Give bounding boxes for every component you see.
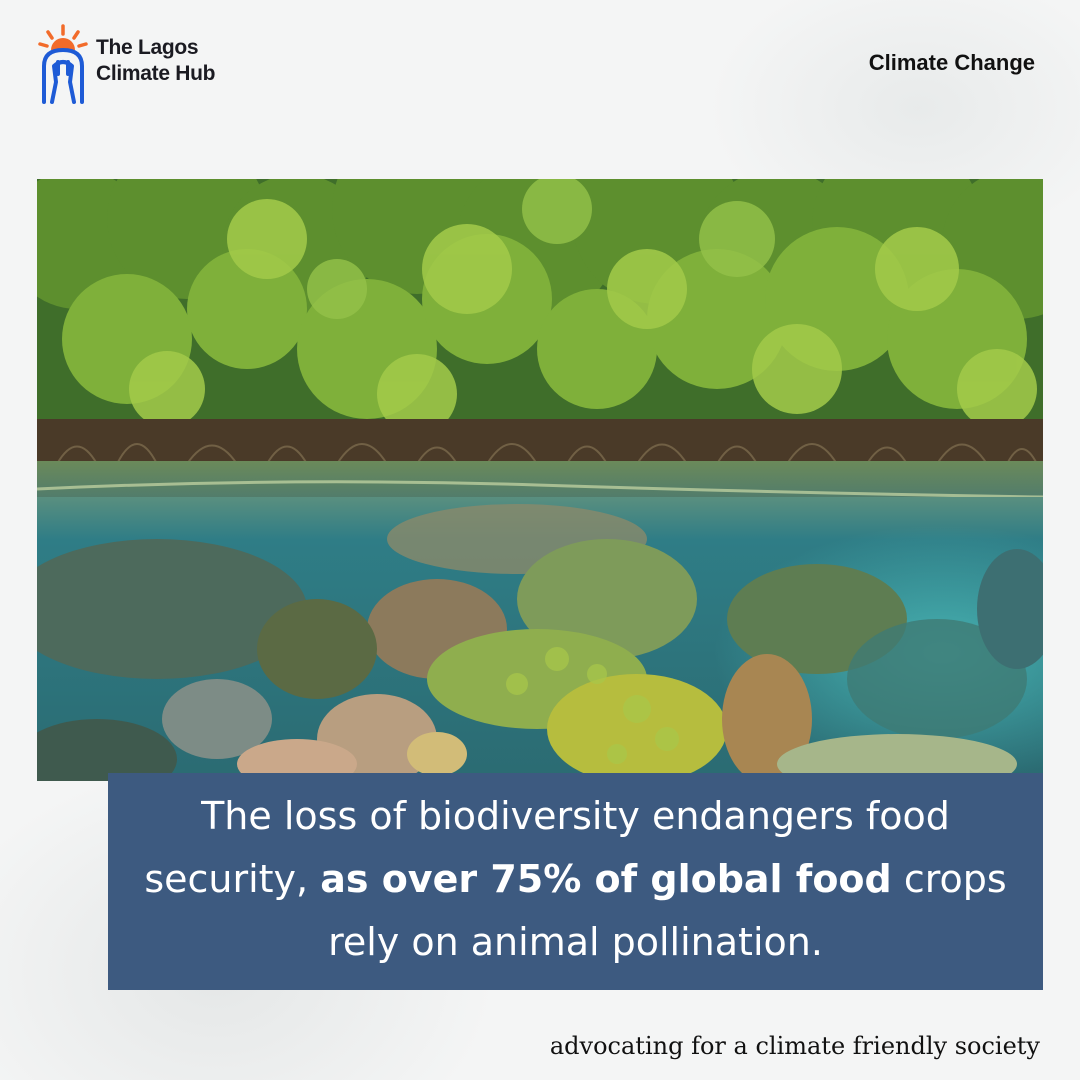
brand-logo: The Lagos Climate Hub	[34, 22, 216, 106]
footer-tagline: advocating for a climate friendly societ…	[549, 1032, 1040, 1060]
topic-label: Climate Change	[868, 50, 1035, 75]
brand-name-line2: Climate Hub	[96, 62, 216, 85]
caption-box: The loss of biodiversity endangers food …	[108, 773, 1043, 990]
caption-text-bold: as over 75% of global food	[320, 857, 892, 901]
caption-text: The loss of biodiversity endangers food …	[138, 785, 1013, 974]
brand-name-line1: The Lagos	[96, 36, 199, 59]
sun-arch-figure-logo-icon	[38, 24, 88, 104]
brand-name: The Lagos Climate Hub	[96, 35, 216, 87]
mangrove-reef-illustration	[37, 179, 1043, 781]
hero-photo	[37, 179, 1043, 781]
